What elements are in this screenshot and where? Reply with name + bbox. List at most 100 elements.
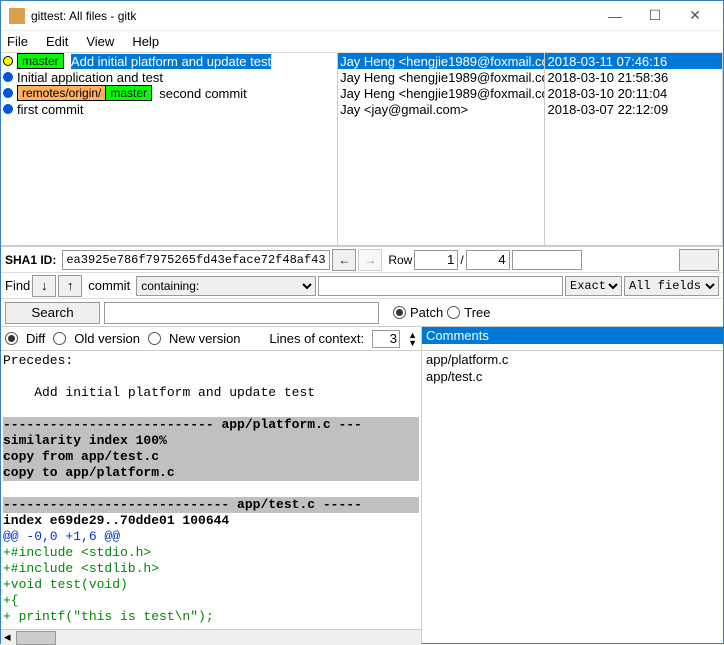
date-row: 2018-03-07 22:12:09 (545, 101, 722, 117)
commit-message: Initial application and test (17, 70, 163, 85)
author-row: Jay Heng <hengjie1989@foxmail.co (338, 69, 544, 85)
tree-radio[interactable] (447, 306, 460, 319)
file-separator: ----------------------------- app/test.c… (3, 497, 419, 513)
find-match-select[interactable]: Exact (565, 276, 622, 296)
patch-radio[interactable] (393, 306, 406, 319)
search-bar: Search Patch Tree (1, 299, 723, 327)
blank-button[interactable] (679, 249, 719, 271)
file-list-header: Comments (421, 327, 723, 351)
sha-bar: SHA1 ID: ← → Row / (1, 247, 723, 273)
author-pane[interactable]: Jay Heng <hengjie1989@foxmail.co Jay Hen… (338, 53, 545, 246)
precedes-label: Precedes: (3, 353, 419, 369)
author-row: Jay Heng <hengjie1989@foxmail.co (338, 85, 544, 101)
menubar: File Edit View Help (1, 31, 723, 53)
sha-input[interactable] (62, 250, 330, 270)
maximize-button[interactable]: ☐ (635, 2, 675, 30)
diff-add-line: +#include <stdio.h> (3, 545, 419, 561)
new-radio[interactable] (148, 332, 161, 345)
head-node-icon (3, 56, 13, 66)
row-label: Row (388, 253, 412, 267)
window-title: gittest: All files - gitk (31, 9, 595, 23)
commit-message: first commit (17, 102, 83, 117)
search-button[interactable]: Search (5, 302, 100, 324)
index-line: index e69de29..70dde01 100644 (3, 513, 419, 529)
similarity-line: similarity index 100% (3, 433, 419, 449)
date-pane[interactable]: 2018-03-11 07:46:16 2018-03-10 21:58:36 … (545, 53, 723, 246)
find-bar: Find ↓ ↑ commit containing: Exact All fi… (1, 273, 723, 299)
commit-message: second commit (159, 86, 246, 101)
forward-button[interactable]: → (358, 249, 382, 271)
branch-tag[interactable]: master (105, 85, 152, 101)
row-total-input (466, 250, 510, 270)
lower-panes: Precedes: Add initial platform and updat… (1, 351, 723, 645)
commit-row[interactable]: remotes/origin/master second commit (1, 85, 337, 101)
view-mode-group: Patch Tree (393, 305, 491, 320)
file-list-pane[interactable]: app/platform.c app/test.c (421, 351, 723, 645)
commit-msg-line: Add initial platform and update test (3, 385, 419, 401)
commit-node-icon (3, 72, 13, 82)
diff-add-line: +#include <stdlib.h> (3, 561, 419, 577)
minimize-button[interactable]: — (595, 2, 635, 30)
file-item[interactable]: app/test.c (422, 368, 723, 385)
arrow-up-icon: ↑ (67, 278, 74, 293)
row-current-input[interactable] (414, 250, 458, 270)
hunk-header: @@ -0,0 +1,6 @@ (3, 529, 419, 545)
old-radio[interactable] (53, 332, 66, 345)
find-next-button[interactable]: ↓ (32, 275, 56, 297)
author-row: Jay Heng <hengjie1989@foxmail.co (338, 53, 544, 69)
copy-from-line: copy from app/test.c (3, 449, 419, 465)
find-label: Find (5, 278, 30, 293)
diff-options-bar: Diff Old version New version Lines of co… (1, 327, 421, 351)
diff-add-line: + printf("this is test\n"); (3, 609, 419, 625)
horizontal-scrollbar[interactable]: ◂ (1, 629, 421, 645)
lines-spinner[interactable] (372, 330, 400, 348)
spinner-arrows-icon[interactable]: ▲▼ (408, 331, 417, 347)
find-prev-button[interactable]: ↑ (58, 275, 82, 297)
commit-list-pane[interactable]: master Add initial platform and update t… (1, 53, 338, 246)
find-commit-label: commit (88, 278, 130, 293)
commit-row[interactable]: master Add initial platform and update t… (1, 53, 337, 69)
close-button[interactable]: ✕ (675, 2, 715, 30)
arrow-right-icon: → (364, 253, 376, 267)
search-input[interactable] (104, 302, 379, 324)
file-item[interactable]: app/platform.c (422, 351, 723, 368)
patch-label: Patch (410, 305, 443, 320)
copy-to-line: copy to app/platform.c (3, 465, 419, 481)
commit-node-icon (3, 104, 13, 114)
diff-pane[interactable]: Precedes: Add initial platform and updat… (1, 351, 421, 645)
diff-label: Diff (26, 331, 45, 346)
commit-row[interactable]: Initial application and test (1, 69, 337, 85)
extra-input[interactable] (512, 250, 582, 270)
remote-tag[interactable]: remotes/origin/ (17, 85, 105, 101)
menu-file[interactable]: File (7, 34, 28, 49)
commit-row[interactable]: first commit (1, 101, 337, 117)
menu-edit[interactable]: Edit (46, 34, 68, 49)
date-row: 2018-03-10 20:11:04 (545, 85, 722, 101)
titlebar: gittest: All files - gitk — ☐ ✕ (1, 1, 723, 31)
arrow-left-icon: ← (338, 253, 350, 267)
lines-label: Lines of context: (269, 331, 364, 346)
scroll-left-icon[interactable]: ◂ (1, 630, 14, 645)
find-input[interactable] (318, 276, 563, 296)
find-fields-select[interactable]: All fields (624, 276, 719, 296)
author-row: Jay <jay@gmail.com> (338, 101, 544, 117)
row-separator: / (460, 253, 463, 267)
date-row: 2018-03-10 21:58:36 (545, 69, 722, 85)
commit-message: Add initial platform and update test (71, 54, 271, 69)
app-icon (9, 8, 25, 24)
scroll-thumb[interactable] (16, 631, 56, 645)
branch-tag[interactable]: master (17, 53, 64, 69)
commit-node-icon (3, 88, 13, 98)
diff-add-line: +void test(void) (3, 577, 419, 593)
diff-radio[interactable] (5, 332, 18, 345)
comments-item[interactable]: Comments (422, 327, 723, 344)
menu-help[interactable]: Help (132, 34, 159, 49)
sha-label: SHA1 ID: (5, 253, 56, 267)
back-button[interactable]: ← (332, 249, 356, 271)
commit-panes: master Add initial platform and update t… (1, 53, 723, 247)
arrow-down-icon: ↓ (41, 278, 48, 293)
menu-view[interactable]: View (86, 34, 114, 49)
find-type-select[interactable]: containing: (136, 276, 316, 296)
old-label: Old version (74, 331, 140, 346)
new-label: New version (169, 331, 241, 346)
